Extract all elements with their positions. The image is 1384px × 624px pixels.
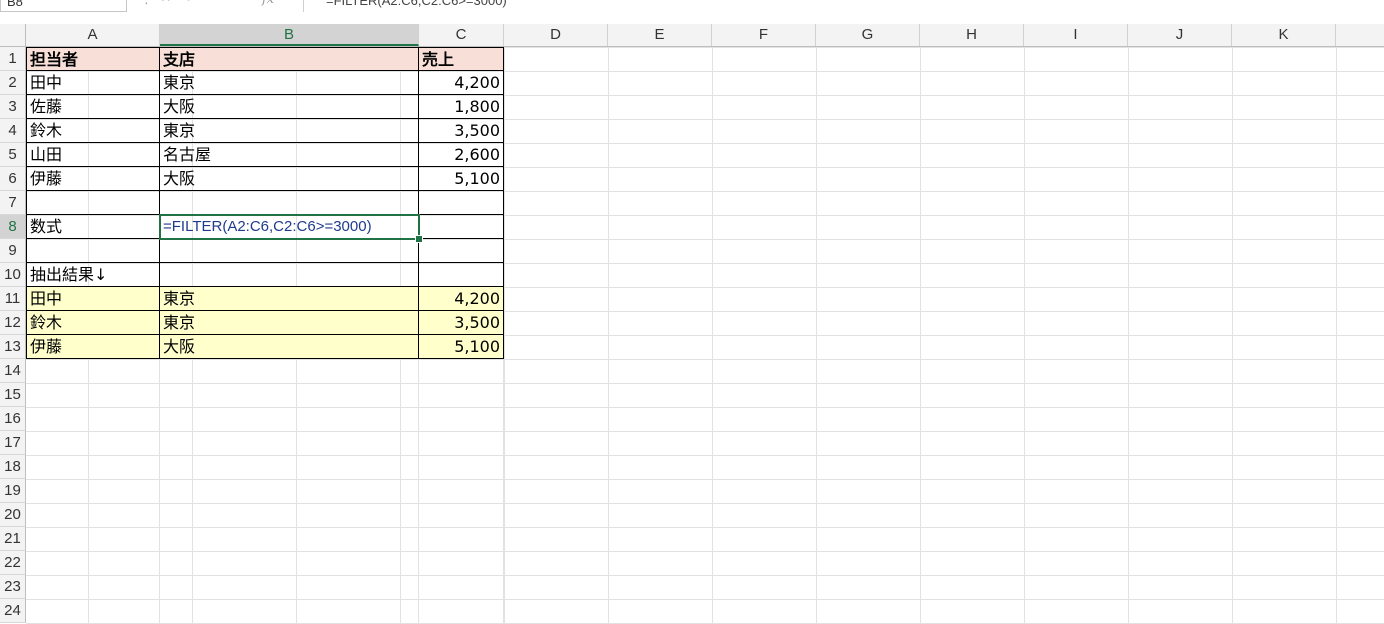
- result-cell[interactable]: 伊藤: [26, 335, 160, 359]
- row-header[interactable]: 8: [0, 215, 26, 239]
- insert-function-icon[interactable]: fx: [262, 0, 274, 7]
- table-cell[interactable]: 大阪: [160, 95, 419, 119]
- row-header[interactable]: 2: [0, 71, 26, 95]
- formula-label-cell[interactable]: 数式: [26, 215, 160, 239]
- table-cell[interactable]: 田中: [26, 71, 160, 95]
- column-header-a[interactable]: A: [26, 24, 160, 46]
- row-header[interactable]: 11: [0, 287, 26, 311]
- empty-cell[interactable]: [160, 191, 419, 215]
- empty-cell[interactable]: [26, 191, 160, 215]
- row-header[interactable]: 18: [0, 455, 26, 479]
- row-header[interactable]: 5: [0, 143, 26, 167]
- column-header-j[interactable]: J: [1128, 24, 1232, 46]
- table-header-cell[interactable]: 売上: [419, 47, 504, 71]
- formula-bar: B8 ⋮ ✕✓ fx =FILTER(A2:C6,C2:C6>=3000): [0, 0, 1384, 25]
- name-box-dropdown-icon[interactable]: ⋮: [140, 0, 153, 7]
- row-header[interactable]: 15: [0, 383, 26, 407]
- result-cell[interactable]: 田中: [26, 287, 160, 311]
- result-label-cell[interactable]: 抽出結果↓: [26, 263, 160, 287]
- row-header[interactable]: 3: [0, 95, 26, 119]
- cancel-enter-icons[interactable]: ✕✓: [160, 0, 210, 6]
- row-header[interactable]: 16: [0, 407, 26, 431]
- row-header[interactable]: 19: [0, 479, 26, 503]
- select-all-corner[interactable]: [0, 24, 26, 46]
- empty-cell[interactable]: [160, 263, 419, 287]
- column-header-g[interactable]: G: [816, 24, 920, 46]
- column-header-l[interactable]: [1336, 24, 1384, 46]
- table-cell[interactable]: 伊藤: [26, 167, 160, 191]
- row-header[interactable]: 12: [0, 311, 26, 335]
- result-cell[interactable]: 大阪: [160, 335, 419, 359]
- result-cell[interactable]: 4,200: [419, 287, 504, 311]
- empty-cell[interactable]: [26, 239, 160, 263]
- table-cell[interactable]: 東京: [160, 119, 419, 143]
- row-header[interactable]: 20: [0, 503, 26, 527]
- column-header-e[interactable]: E: [608, 24, 712, 46]
- empty-cell[interactable]: [419, 263, 504, 287]
- result-cell[interactable]: 3,500: [419, 311, 504, 335]
- result-cell[interactable]: 東京: [160, 287, 419, 311]
- row-header[interactable]: 13: [0, 335, 26, 359]
- table-cell[interactable]: 1,800: [419, 95, 504, 119]
- row-header[interactable]: 17: [0, 431, 26, 455]
- name-box[interactable]: B8: [0, 0, 127, 12]
- row-header[interactable]: 9: [0, 239, 26, 263]
- cell-grid[interactable]: 担当者 支店 売上 田中 東京 4,200 佐藤 大阪 1,800 鈴木 東京 …: [26, 47, 1384, 624]
- table-cell[interactable]: 2,600: [419, 143, 504, 167]
- row-header[interactable]: 24: [0, 599, 26, 623]
- table-cell[interactable]: 佐藤: [26, 95, 160, 119]
- row-header[interactable]: 21: [0, 527, 26, 551]
- result-cell[interactable]: 東京: [160, 311, 419, 335]
- result-cell[interactable]: 鈴木: [26, 311, 160, 335]
- column-header-f[interactable]: F: [712, 24, 816, 46]
- table-cell[interactable]: 山田: [26, 143, 160, 167]
- column-headers: A B C D E F G H I J K: [0, 24, 1384, 47]
- column-header-b[interactable]: B: [160, 24, 419, 46]
- empty-cell[interactable]: [160, 239, 419, 263]
- row-header[interactable]: 22: [0, 551, 26, 575]
- row-header[interactable]: 23: [0, 575, 26, 599]
- row-header[interactable]: 14: [0, 359, 26, 383]
- empty-cell[interactable]: [419, 191, 504, 215]
- formula-cell[interactable]: =FILTER(A2:C6,C2:C6>=3000): [160, 215, 419, 239]
- result-cell[interactable]: 5,100: [419, 335, 504, 359]
- column-header-c[interactable]: C: [419, 24, 504, 46]
- column-header-h[interactable]: H: [920, 24, 1024, 46]
- empty-cell[interactable]: [419, 239, 504, 263]
- table-cell[interactable]: 名古屋: [160, 143, 419, 167]
- table-header-cell[interactable]: 担当者: [26, 47, 160, 71]
- row-header[interactable]: 6: [0, 167, 26, 191]
- table-cell[interactable]: 4,200: [419, 71, 504, 95]
- column-header-i[interactable]: I: [1024, 24, 1128, 46]
- formula-input[interactable]: =FILTER(A2:C6,C2:C6>=3000): [303, 0, 1384, 12]
- row-header[interactable]: 4: [0, 119, 26, 143]
- table-cell[interactable]: 5,100: [419, 167, 504, 191]
- column-header-d[interactable]: D: [504, 24, 608, 46]
- table-cell[interactable]: 鈴木: [26, 119, 160, 143]
- table-header-cell[interactable]: 支店: [160, 47, 419, 71]
- column-header-k[interactable]: K: [1232, 24, 1336, 46]
- table-cell[interactable]: 3,500: [419, 119, 504, 143]
- row-header[interactable]: 10: [0, 263, 26, 287]
- fill-handle[interactable]: [415, 235, 423, 243]
- row-header[interactable]: 1: [0, 47, 26, 71]
- table-cell[interactable]: 東京: [160, 71, 419, 95]
- empty-cell[interactable]: [419, 215, 504, 239]
- table-cell[interactable]: 大阪: [160, 167, 419, 191]
- row-header[interactable]: 7: [0, 191, 26, 215]
